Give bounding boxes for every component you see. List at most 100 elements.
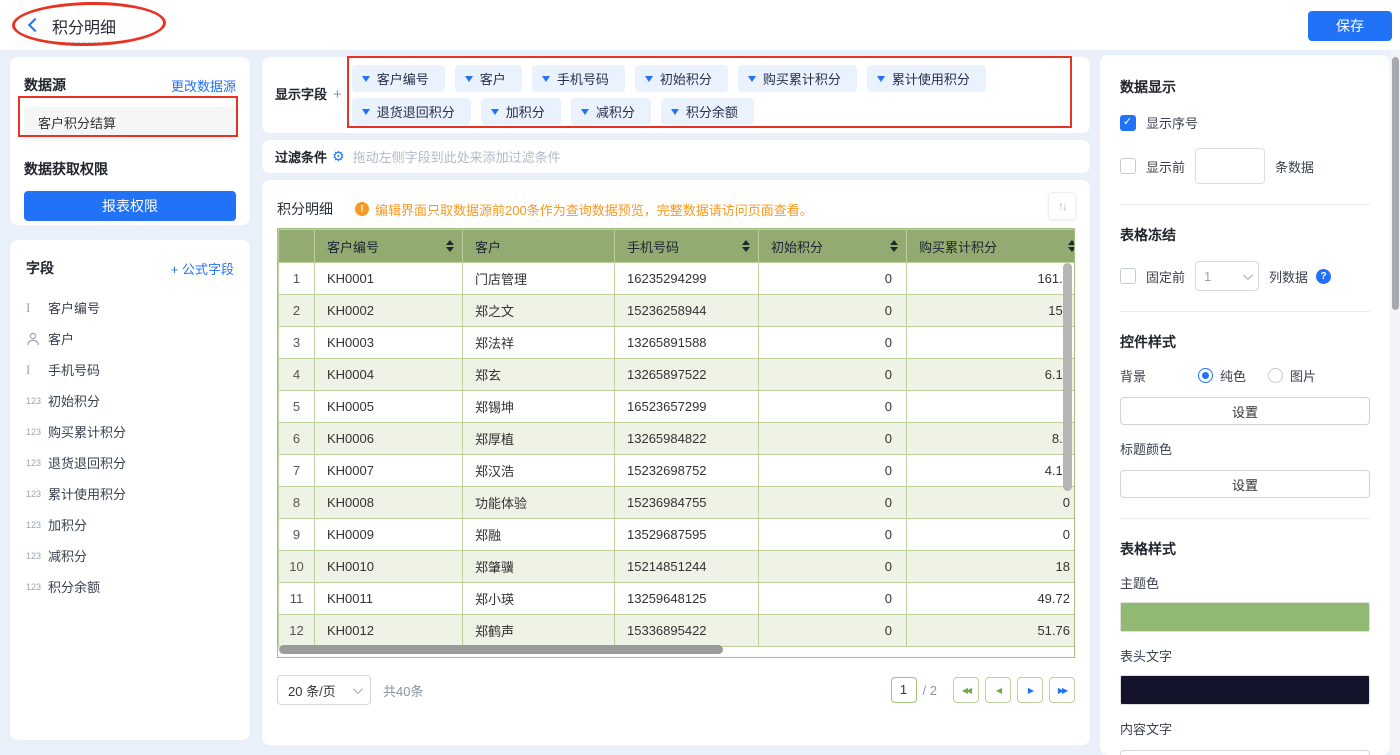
table-row: 6KH0006郑厚植1326598482208.3 <box>279 423 1076 455</box>
field-item[interactable]: 123 购买累计积分 <box>26 416 234 447</box>
add-display-field-button[interactable]: + <box>333 65 342 125</box>
field-item[interactable]: 123 减积分 <box>26 540 234 571</box>
solid-color-radio[interactable] <box>1198 368 1213 383</box>
field-label: 累计使用积分 <box>48 484 126 503</box>
theme-color-swatch[interactable] <box>1120 602 1370 632</box>
content-text-set-button[interactable]: 设置 <box>1120 750 1370 755</box>
table-body: 1KH0001门店管理162352942990161.22KH0002郑之文15… <box>279 263 1076 647</box>
vertical-scrollbar[interactable] <box>1063 263 1072 491</box>
display-field-chip[interactable]: 客户 <box>455 65 522 92</box>
row-limit-input[interactable] <box>1195 148 1265 184</box>
field-item[interactable]: 客户 <box>26 323 234 354</box>
filter-gear-icon[interactable]: ⚙ <box>332 148 345 165</box>
show-first-checkbox[interactable] <box>1120 158 1136 174</box>
background-set-button[interactable]: 设置 <box>1120 397 1370 425</box>
divider <box>1120 518 1370 519</box>
data-table: 客户编号客户手机号码初始积分购买累计积分 1KH0001门店管理16235294… <box>278 229 1075 647</box>
display-field-chip[interactable]: 减积分 <box>571 98 651 125</box>
field-item[interactable]: I 客户编号 <box>26 292 234 323</box>
page-size-value: 20 条/页 <box>288 681 336 700</box>
report-permission-button[interactable]: 报表权限 <box>24 191 236 221</box>
show-index-checkbox[interactable] <box>1120 115 1136 131</box>
filter-label: 过滤条件 <box>275 147 327 166</box>
row-index: 4 <box>279 359 315 391</box>
table-cell: 6.14 <box>907 359 1076 391</box>
prev-page-button[interactable]: ◀ <box>985 677 1011 703</box>
sort-arrows-icon[interactable] <box>1068 240 1075 252</box>
field-item[interactable]: 123 退货退回积分 <box>26 447 234 478</box>
chevron-down-icon[interactable] <box>748 76 756 82</box>
table-cell: 郑汉浩 <box>463 455 615 487</box>
display-field-chip[interactable]: 初始积分 <box>635 65 728 92</box>
chevron-down-icon[interactable] <box>581 109 589 115</box>
sort-toggle-button[interactable]: ↑↓ <box>1048 192 1076 220</box>
first-page-button[interactable]: ◀◀ <box>953 677 979 703</box>
chevron-down-icon[interactable] <box>645 76 653 82</box>
field-item[interactable]: I 手机号码 <box>26 354 234 385</box>
field-item[interactable]: 123 初始积分 <box>26 385 234 416</box>
column-header[interactable]: 手机号码 <box>615 230 759 263</box>
next-page-button[interactable]: ▶ <box>1017 677 1043 703</box>
change-datasource-link[interactable]: 更改数据源 <box>171 76 236 95</box>
freeze-count-select[interactable]: 1 <box>1195 261 1259 291</box>
display-fields-label: 显示字段 <box>275 65 327 125</box>
chevron-down-icon[interactable] <box>671 109 679 115</box>
help-icon[interactable]: ? <box>1316 269 1331 284</box>
table-cell: 0 <box>759 487 907 519</box>
table-cell: 郑之文 <box>463 295 615 327</box>
back-chevron-icon[interactable] <box>28 18 42 32</box>
chevron-down-icon[interactable] <box>465 76 473 82</box>
table-cell: KH0006 <box>315 423 463 455</box>
add-formula-field-link[interactable]: + 公式字段 <box>171 259 234 278</box>
freeze-columns-checkbox[interactable] <box>1120 268 1136 284</box>
show-first-label: 显示前 <box>1146 157 1185 176</box>
sort-arrows-icon[interactable] <box>890 240 898 252</box>
chevron-down-icon[interactable] <box>542 76 550 82</box>
chip-label: 购买累计积分 <box>763 69 841 88</box>
header-text-color-swatch[interactable] <box>1120 675 1370 705</box>
table-freeze-title: 表格冻结 <box>1120 225 1370 245</box>
app-screen: 积分明细 保存 数据源 更改数据源 客户积分结算 数据获取权限 报表权限 字段 … <box>0 0 1400 755</box>
chevron-down-icon[interactable] <box>491 109 499 115</box>
title-color-set-button[interactable]: 设置 <box>1120 470 1370 498</box>
field-item[interactable]: 123 积分余额 <box>26 571 234 602</box>
datasource-name[interactable]: 客户积分结算 <box>24 107 236 141</box>
display-field-chip[interactable]: 累计使用积分 <box>867 65 986 92</box>
table-row: 11KH0011郑小瑛13259648125049.72 <box>279 583 1076 615</box>
display-field-chip[interactable]: 客户编号 <box>352 65 445 92</box>
filter-card[interactable]: 过滤条件 ⚙ 拖动左侧字段到此处来添加过滤条件 <box>262 140 1090 173</box>
display-field-chip[interactable]: 购买累计积分 <box>738 65 857 92</box>
display-field-chip[interactable]: 手机号码 <box>532 65 625 92</box>
column-header-label: 手机号码 <box>627 240 679 255</box>
chevron-down-icon[interactable] <box>877 76 885 82</box>
rows-suffix-label: 条数据 <box>1275 157 1314 176</box>
table-cell: 0 <box>907 327 1076 359</box>
field-item[interactable]: 123 加积分 <box>26 509 234 540</box>
window-scrollbar-thumb[interactable] <box>1392 57 1399 310</box>
table-title: 积分明细 <box>277 199 333 219</box>
page-size-select[interactable]: 20 条/页 <box>277 675 371 705</box>
column-header[interactable]: 客户编号 <box>315 230 463 263</box>
horizontal-scrollbar[interactable] <box>279 645 723 654</box>
save-button[interactable]: 保存 <box>1308 11 1392 41</box>
image-radio[interactable] <box>1268 368 1283 383</box>
display-field-chip[interactable]: 积分余额 <box>661 98 754 125</box>
number-field-icon: 123 <box>26 396 48 406</box>
column-header[interactable]: 客户 <box>463 230 615 263</box>
table-cell: KH0008 <box>315 487 463 519</box>
sort-arrows-icon[interactable] <box>742 240 750 252</box>
display-field-chip[interactable]: 退货退回积分 <box>352 98 471 125</box>
current-page-input[interactable]: 1 <box>891 677 917 703</box>
display-field-chip[interactable]: 加积分 <box>481 98 561 125</box>
field-item[interactable]: 123 累计使用积分 <box>26 478 234 509</box>
chip-label: 手机号码 <box>557 69 609 88</box>
last-page-button[interactable]: ▶▶ <box>1049 677 1075 703</box>
column-header[interactable]: 购买累计积分 <box>907 230 1076 263</box>
field-label: 积分余额 <box>48 577 100 596</box>
chevron-down-icon[interactable] <box>362 76 370 82</box>
sort-arrows-icon[interactable] <box>446 240 454 252</box>
row-index: 2 <box>279 295 315 327</box>
column-header[interactable]: 初始积分 <box>759 230 907 263</box>
pager-arrow-icon: ▶▶ <box>1058 686 1066 695</box>
chevron-down-icon[interactable] <box>362 109 370 115</box>
